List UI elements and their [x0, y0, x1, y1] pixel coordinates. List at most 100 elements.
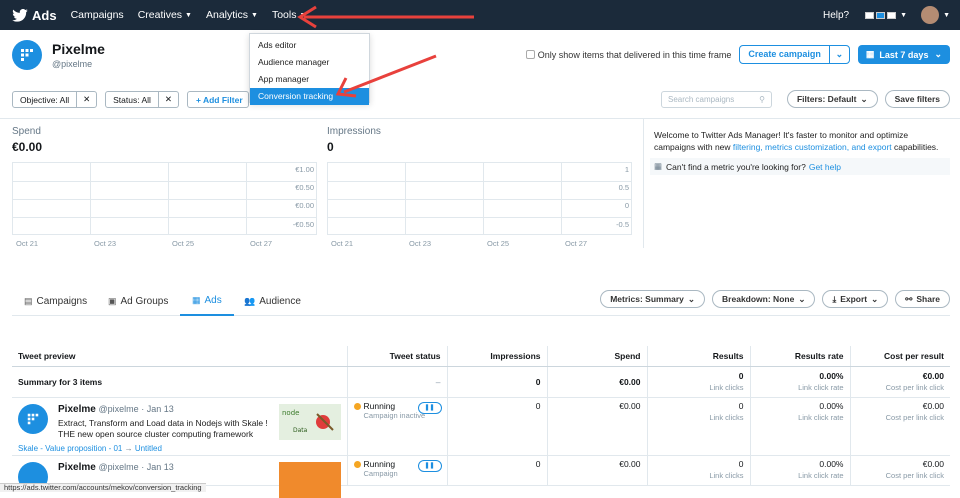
nav-creatives-label: Creatives: [137, 9, 183, 21]
tweet-image[interactable]: node Data: [279, 403, 341, 440]
nav-analytics[interactable]: Analytics ▼: [206, 9, 258, 21]
account-logo-icon: [12, 40, 42, 70]
status-filter[interactable]: Status: All ✕: [105, 91, 179, 108]
col-impressions[interactable]: Impressions: [447, 346, 548, 367]
impressions-cell: 0: [447, 455, 548, 486]
cost-sub: Cost per link click: [885, 470, 944, 480]
twitter-ads-logo[interactable]: Ads: [12, 8, 57, 23]
filters-default-button[interactable]: Filters: Default ⌄: [786, 90, 878, 108]
avatar[interactable]: [921, 6, 940, 24]
share-button[interactable]: ⚯ Share: [895, 290, 950, 308]
help-link[interactable]: Help?: [823, 10, 849, 21]
table-row[interactable]: Pixelme @pixelme · Jan 13 Running Campai…: [12, 455, 950, 498]
impressions-value: 0: [327, 140, 334, 154]
ad-group-link[interactable]: Untitled: [135, 444, 162, 453]
close-icon[interactable]: ✕: [76, 92, 96, 107]
svg-text:Data: Data: [293, 427, 308, 434]
table-row[interactable]: Pixelme @pixelme · Jan 13 Extract, Trans…: [12, 397, 950, 456]
rate-sub: Link click rate: [798, 470, 844, 480]
menu-item-ads-editor[interactable]: Ads editor: [250, 37, 369, 54]
impressions-metric: Impressions 0: [327, 126, 381, 154]
welcome-tail: capabilities.: [891, 142, 939, 152]
x-tick: Oct 23: [94, 239, 117, 248]
create-campaign-button[interactable]: Create campaign ⌄: [739, 45, 850, 64]
breakdown-button[interactable]: Breakdown: None ⌄: [712, 290, 816, 308]
checkbox-label: Only show items that delivered in this t…: [537, 49, 732, 60]
campaign-link[interactable]: Skale - Value proposition - 01: [18, 444, 122, 453]
objective-filter[interactable]: Objective: All ✕: [12, 91, 98, 108]
grid-line: [483, 163, 484, 235]
col-results-rate[interactable]: Results rate: [750, 346, 851, 367]
menu-item-conversion-tracking[interactable]: Conversion tracking: [250, 88, 369, 105]
col-results[interactable]: Results: [647, 346, 751, 367]
results-cell: 0 Link clicks: [647, 455, 751, 486]
rate-value: 0.00%: [819, 400, 844, 411]
col-cost-per-result[interactable]: Cost per result: [850, 346, 950, 367]
chevron-down-icon: ⌄: [860, 93, 868, 104]
chevron-down-icon[interactable]: ⌄: [828, 46, 849, 63]
save-filters-button[interactable]: Save filters: [884, 90, 950, 108]
tab-audience[interactable]: 👥 Audience: [244, 286, 301, 316]
pause-toggle[interactable]: ❚❚: [417, 459, 442, 472]
tab-ad-groups[interactable]: ▣ Ad Groups: [108, 286, 168, 316]
summary-impressions: 0: [447, 366, 548, 398]
tweet-image[interactable]: [279, 461, 341, 498]
search-input[interactable]: Search campaigns ⚲: [660, 90, 772, 108]
language-selector[interactable]: [865, 11, 897, 19]
chevron-down-icon: ▼: [251, 11, 258, 19]
delivered-checkbox[interactable]: Only show items that delivered in this t…: [525, 49, 732, 60]
grid-line: [327, 181, 632, 182]
rate-sub: Link click rate: [798, 412, 844, 422]
summary-cost-sub: Cost per link click: [885, 383, 944, 392]
tweet-date: · Jan 13: [141, 461, 174, 472]
welcome-link[interactable]: filtering, metrics customization, and ex…: [733, 142, 892, 152]
create-campaign-label: Create campaign: [748, 49, 821, 59]
chevron-down-icon: ⌄: [687, 293, 696, 304]
menu-item-audience-manager[interactable]: Audience manager: [250, 54, 369, 71]
pause-toggle[interactable]: ❚❚: [417, 401, 442, 414]
menu-item-app-manager[interactable]: App manager: [250, 71, 369, 88]
add-filter-button[interactable]: + Add Filter: [186, 91, 249, 108]
spend-cell: €0.00: [547, 455, 648, 486]
account-header: Pixelme @pixelme: [12, 38, 105, 72]
account-logo-icon: [18, 403, 48, 434]
nav-campaigns[interactable]: Campaigns: [71, 9, 124, 21]
grid-line: [12, 234, 317, 235]
grid-line: [12, 181, 317, 182]
filters-default-label: Filters: Default: [796, 94, 857, 104]
metrics-button[interactable]: Metrics: Summary ⌄: [600, 290, 706, 308]
chevron-down-icon: ⌄: [871, 293, 879, 304]
summary-spend: €0.00: [547, 366, 648, 398]
tab-ads[interactable]: ▦ Ads: [180, 286, 234, 316]
col-tweet-preview[interactable]: Tweet preview: [12, 346, 348, 367]
export-button[interactable]: ⤓ Export ⌄: [822, 290, 889, 308]
tweet-date: · Jan 13: [141, 403, 174, 414]
breakdown-label: Breakdown: None: [722, 294, 795, 304]
date-range-button[interactable]: ▦ Last 7 days ⌄: [857, 45, 950, 64]
chevron-down-icon: ⌄: [934, 49, 942, 59]
chevron-down-icon[interactable]: ▼: [900, 12, 907, 19]
results-value: 0: [738, 458, 744, 469]
nav-creatives[interactable]: Creatives ▼: [138, 9, 192, 21]
search-icon: ⚲: [759, 94, 765, 104]
tools-menu: Ads editor Audience manager App manager …: [249, 33, 370, 105]
brand-label: Ads: [32, 7, 57, 23]
nav-tools[interactable]: Tools ▼: [272, 9, 306, 21]
impressions-label: Impressions: [327, 126, 381, 137]
y-tick: 0: [624, 201, 629, 210]
get-help-link[interactable]: Get help: [809, 162, 841, 172]
results-cell: 0 Link clicks: [647, 397, 751, 456]
tweet-author: Pixelme @pixelme · Jan 13: [58, 462, 174, 473]
tab-campaigns[interactable]: ▤ Campaigns: [24, 286, 87, 316]
results-sub: Link clicks: [709, 470, 744, 480]
chevron-down-icon[interactable]: ▼: [943, 12, 950, 19]
tab-ad-groups-label: Ad Groups: [120, 295, 169, 307]
metrics-label: Metrics: Summary: [610, 294, 684, 304]
close-icon[interactable]: ✕: [157, 92, 178, 107]
col-tweet-status[interactable]: Tweet status: [347, 346, 448, 367]
cost-value: €0.00: [922, 458, 944, 469]
chevron-down-icon: ⌄: [798, 293, 806, 304]
col-spend[interactable]: Spend: [547, 346, 648, 367]
spend-label: Spend: [12, 126, 41, 137]
checkbox-icon: [525, 50, 535, 59]
